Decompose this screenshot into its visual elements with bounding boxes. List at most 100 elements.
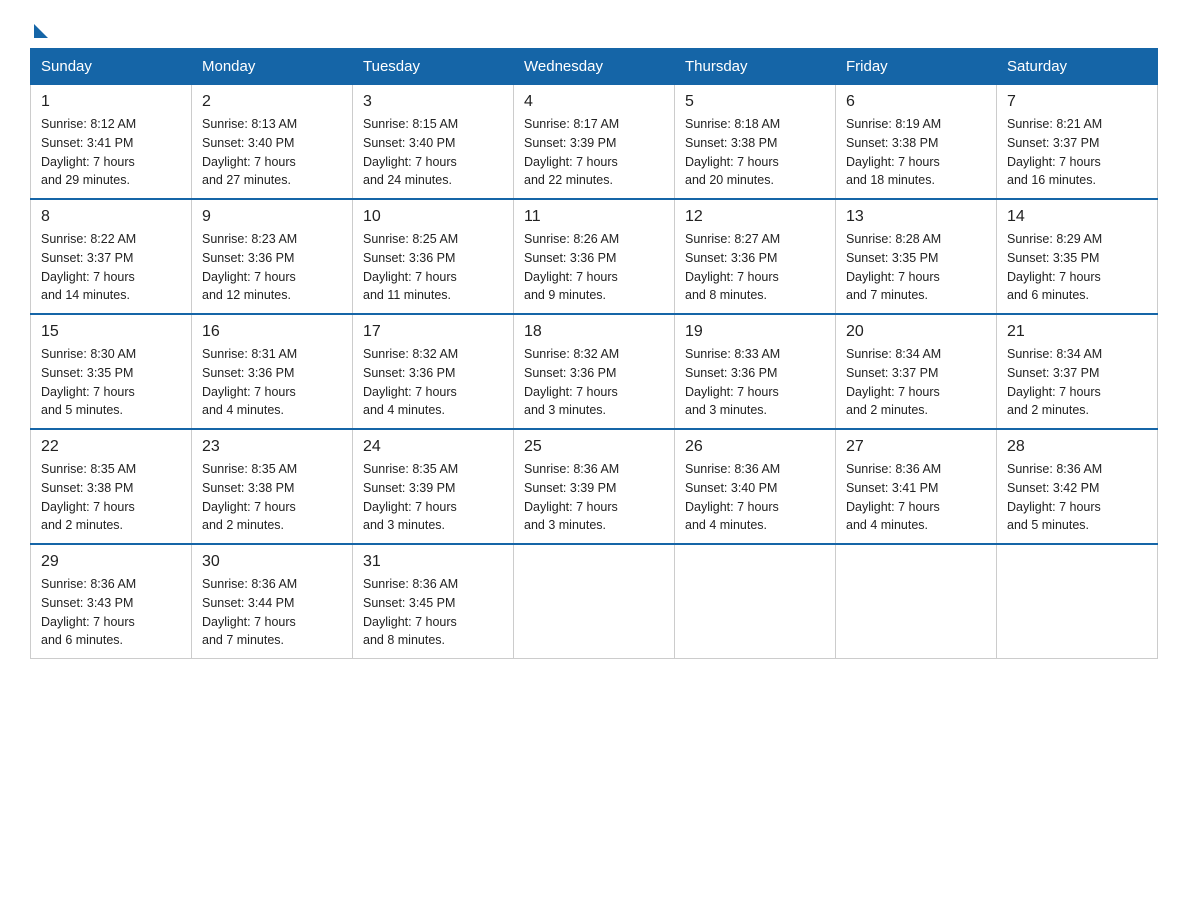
day-info: Sunrise: 8:36 AMSunset: 3:39 PMDaylight:… <box>524 460 664 535</box>
day-number: 2 <box>202 93 342 111</box>
day-number: 6 <box>846 93 986 111</box>
day-number: 19 <box>685 323 825 341</box>
day-info: Sunrise: 8:35 AMSunset: 3:39 PMDaylight:… <box>363 460 503 535</box>
day-header-wednesday: Wednesday <box>514 49 675 84</box>
calendar-cell: 31 Sunrise: 8:36 AMSunset: 3:45 PMDaylig… <box>353 544 514 659</box>
day-number: 30 <box>202 553 342 571</box>
day-header-tuesday: Tuesday <box>353 49 514 84</box>
calendar-cell: 2 Sunrise: 8:13 AMSunset: 3:40 PMDayligh… <box>192 84 353 199</box>
day-info: Sunrise: 8:17 AMSunset: 3:39 PMDaylight:… <box>524 115 664 190</box>
day-info: Sunrise: 8:33 AMSunset: 3:36 PMDaylight:… <box>685 345 825 420</box>
calendar-week-row: 15 Sunrise: 8:30 AMSunset: 3:35 PMDaylig… <box>31 314 1158 429</box>
day-header-thursday: Thursday <box>675 49 836 84</box>
calendar-week-row: 1 Sunrise: 8:12 AMSunset: 3:41 PMDayligh… <box>31 84 1158 199</box>
calendar-cell <box>675 544 836 659</box>
day-number: 14 <box>1007 208 1147 226</box>
calendar-cell: 7 Sunrise: 8:21 AMSunset: 3:37 PMDayligh… <box>997 84 1158 199</box>
day-info: Sunrise: 8:36 AMSunset: 3:43 PMDaylight:… <box>41 575 181 650</box>
day-number: 25 <box>524 438 664 456</box>
day-number: 29 <box>41 553 181 571</box>
day-number: 12 <box>685 208 825 226</box>
day-info: Sunrise: 8:36 AMSunset: 3:40 PMDaylight:… <box>685 460 825 535</box>
day-number: 20 <box>846 323 986 341</box>
day-number: 11 <box>524 208 664 226</box>
day-info: Sunrise: 8:13 AMSunset: 3:40 PMDaylight:… <box>202 115 342 190</box>
calendar-cell <box>836 544 997 659</box>
day-info: Sunrise: 8:22 AMSunset: 3:37 PMDaylight:… <box>41 230 181 305</box>
day-number: 28 <box>1007 438 1147 456</box>
day-number: 17 <box>363 323 503 341</box>
calendar-cell: 4 Sunrise: 8:17 AMSunset: 3:39 PMDayligh… <box>514 84 675 199</box>
day-number: 10 <box>363 208 503 226</box>
day-info: Sunrise: 8:29 AMSunset: 3:35 PMDaylight:… <box>1007 230 1147 305</box>
logo-arrow-icon <box>34 24 48 38</box>
calendar-cell <box>514 544 675 659</box>
day-number: 18 <box>524 323 664 341</box>
calendar-cell: 16 Sunrise: 8:31 AMSunset: 3:36 PMDaylig… <box>192 314 353 429</box>
calendar-cell: 1 Sunrise: 8:12 AMSunset: 3:41 PMDayligh… <box>31 84 192 199</box>
day-number: 24 <box>363 438 503 456</box>
calendar-cell: 10 Sunrise: 8:25 AMSunset: 3:36 PMDaylig… <box>353 199 514 314</box>
calendar-cell: 25 Sunrise: 8:36 AMSunset: 3:39 PMDaylig… <box>514 429 675 544</box>
calendar-header-row: SundayMondayTuesdayWednesdayThursdayFrid… <box>31 49 1158 84</box>
calendar-cell: 28 Sunrise: 8:36 AMSunset: 3:42 PMDaylig… <box>997 429 1158 544</box>
day-number: 26 <box>685 438 825 456</box>
calendar-cell: 20 Sunrise: 8:34 AMSunset: 3:37 PMDaylig… <box>836 314 997 429</box>
calendar-cell: 3 Sunrise: 8:15 AMSunset: 3:40 PMDayligh… <box>353 84 514 199</box>
calendar-cell: 8 Sunrise: 8:22 AMSunset: 3:37 PMDayligh… <box>31 199 192 314</box>
page-header <box>30 20 1158 34</box>
day-info: Sunrise: 8:28 AMSunset: 3:35 PMDaylight:… <box>846 230 986 305</box>
day-number: 13 <box>846 208 986 226</box>
calendar-cell: 11 Sunrise: 8:26 AMSunset: 3:36 PMDaylig… <box>514 199 675 314</box>
day-number: 23 <box>202 438 342 456</box>
day-info: Sunrise: 8:36 AMSunset: 3:45 PMDaylight:… <box>363 575 503 650</box>
day-number: 8 <box>41 208 181 226</box>
calendar-cell: 5 Sunrise: 8:18 AMSunset: 3:38 PMDayligh… <box>675 84 836 199</box>
day-info: Sunrise: 8:32 AMSunset: 3:36 PMDaylight:… <box>524 345 664 420</box>
calendar-cell: 21 Sunrise: 8:34 AMSunset: 3:37 PMDaylig… <box>997 314 1158 429</box>
calendar-cell: 6 Sunrise: 8:19 AMSunset: 3:38 PMDayligh… <box>836 84 997 199</box>
day-number: 16 <box>202 323 342 341</box>
day-info: Sunrise: 8:26 AMSunset: 3:36 PMDaylight:… <box>524 230 664 305</box>
calendar-cell: 29 Sunrise: 8:36 AMSunset: 3:43 PMDaylig… <box>31 544 192 659</box>
calendar-cell: 13 Sunrise: 8:28 AMSunset: 3:35 PMDaylig… <box>836 199 997 314</box>
calendar-cell: 17 Sunrise: 8:32 AMSunset: 3:36 PMDaylig… <box>353 314 514 429</box>
day-number: 5 <box>685 93 825 111</box>
day-number: 22 <box>41 438 181 456</box>
calendar-cell: 14 Sunrise: 8:29 AMSunset: 3:35 PMDaylig… <box>997 199 1158 314</box>
day-number: 27 <box>846 438 986 456</box>
calendar-cell: 15 Sunrise: 8:30 AMSunset: 3:35 PMDaylig… <box>31 314 192 429</box>
day-info: Sunrise: 8:15 AMSunset: 3:40 PMDaylight:… <box>363 115 503 190</box>
day-info: Sunrise: 8:23 AMSunset: 3:36 PMDaylight:… <box>202 230 342 305</box>
day-info: Sunrise: 8:25 AMSunset: 3:36 PMDaylight:… <box>363 230 503 305</box>
calendar-cell: 22 Sunrise: 8:35 AMSunset: 3:38 PMDaylig… <box>31 429 192 544</box>
calendar-cell: 12 Sunrise: 8:27 AMSunset: 3:36 PMDaylig… <box>675 199 836 314</box>
day-info: Sunrise: 8:21 AMSunset: 3:37 PMDaylight:… <box>1007 115 1147 190</box>
day-header-sunday: Sunday <box>31 49 192 84</box>
day-header-monday: Monday <box>192 49 353 84</box>
calendar-cell <box>997 544 1158 659</box>
calendar-cell: 27 Sunrise: 8:36 AMSunset: 3:41 PMDaylig… <box>836 429 997 544</box>
calendar-cell: 18 Sunrise: 8:32 AMSunset: 3:36 PMDaylig… <box>514 314 675 429</box>
day-number: 21 <box>1007 323 1147 341</box>
calendar-cell: 26 Sunrise: 8:36 AMSunset: 3:40 PMDaylig… <box>675 429 836 544</box>
day-number: 3 <box>363 93 503 111</box>
day-info: Sunrise: 8:27 AMSunset: 3:36 PMDaylight:… <box>685 230 825 305</box>
day-info: Sunrise: 8:34 AMSunset: 3:37 PMDaylight:… <box>1007 345 1147 420</box>
day-number: 1 <box>41 93 181 111</box>
day-header-friday: Friday <box>836 49 997 84</box>
calendar-cell: 23 Sunrise: 8:35 AMSunset: 3:38 PMDaylig… <box>192 429 353 544</box>
day-info: Sunrise: 8:18 AMSunset: 3:38 PMDaylight:… <box>685 115 825 190</box>
day-number: 4 <box>524 93 664 111</box>
calendar-cell: 19 Sunrise: 8:33 AMSunset: 3:36 PMDaylig… <box>675 314 836 429</box>
logo <box>30 20 48 34</box>
day-header-saturday: Saturday <box>997 49 1158 84</box>
day-info: Sunrise: 8:36 AMSunset: 3:44 PMDaylight:… <box>202 575 342 650</box>
day-info: Sunrise: 8:12 AMSunset: 3:41 PMDaylight:… <box>41 115 181 190</box>
day-number: 31 <box>363 553 503 571</box>
day-info: Sunrise: 8:31 AMSunset: 3:36 PMDaylight:… <box>202 345 342 420</box>
day-info: Sunrise: 8:35 AMSunset: 3:38 PMDaylight:… <box>41 460 181 535</box>
calendar-cell: 9 Sunrise: 8:23 AMSunset: 3:36 PMDayligh… <box>192 199 353 314</box>
calendar-cell: 30 Sunrise: 8:36 AMSunset: 3:44 PMDaylig… <box>192 544 353 659</box>
day-info: Sunrise: 8:36 AMSunset: 3:41 PMDaylight:… <box>846 460 986 535</box>
